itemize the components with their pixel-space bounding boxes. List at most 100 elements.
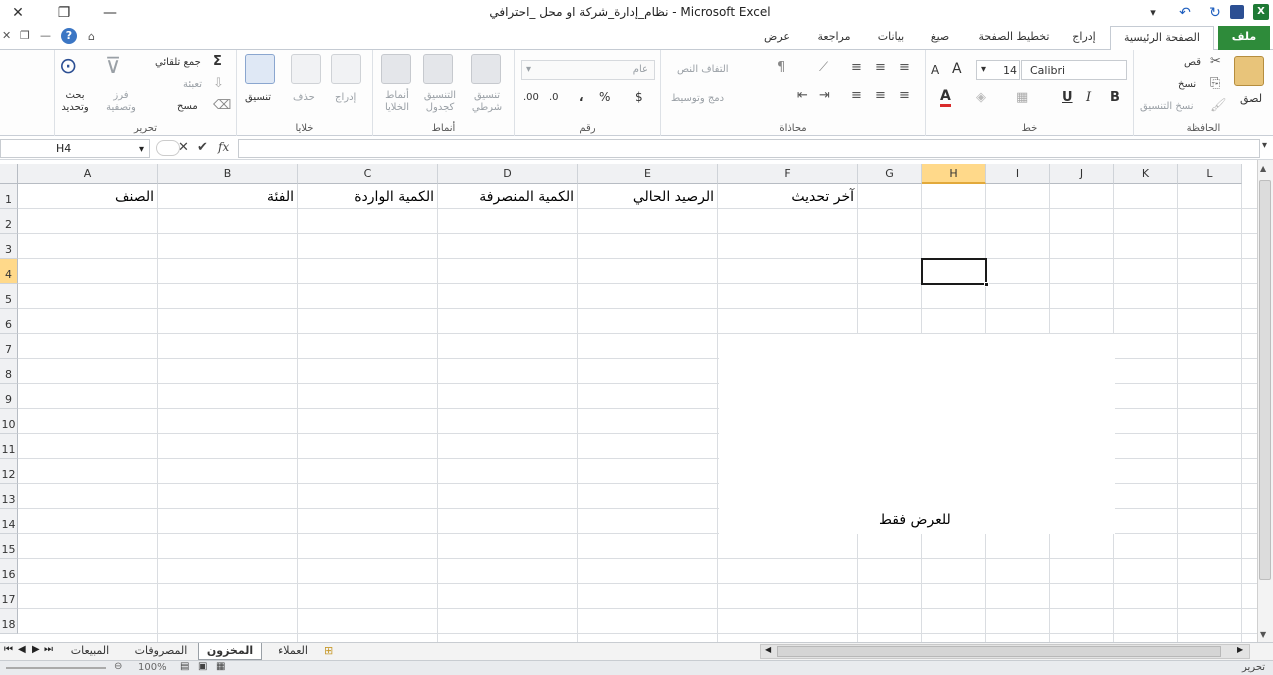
expand-formula-bar-icon[interactable]: ▾ — [1262, 140, 1267, 151]
tab-file[interactable]: ملف — [1218, 26, 1270, 50]
underline-button[interactable]: U — [1062, 90, 1073, 105]
sheet-tab-sales[interactable]: المبيعات — [60, 643, 120, 660]
increase-indent-icon[interactable]: ⇥ — [819, 88, 830, 103]
column-header-E[interactable]: E — [578, 164, 718, 184]
cell-C1[interactable]: الكمية الواردة — [298, 184, 438, 210]
tab-insert[interactable]: إدراج — [1062, 26, 1106, 50]
format-painter-button[interactable]: نسخ التنسيق — [1140, 101, 1193, 112]
column-header-K[interactable]: K — [1114, 164, 1178, 184]
fill-icon[interactable]: ⇩ — [213, 76, 224, 91]
shrink-font-icon[interactable]: A — [931, 63, 939, 77]
column-header-D[interactable]: D — [438, 164, 578, 184]
align-middle-icon[interactable]: ≡ — [875, 60, 886, 75]
restore-workbook-icon[interactable]: ❐ — [20, 29, 30, 42]
zoom-slider[interactable] — [6, 667, 106, 669]
row-header-8[interactable]: 8 — [0, 359, 18, 384]
merge-center-button[interactable]: دمج وتوسيط — [671, 93, 724, 104]
autosum-icon[interactable]: Σ — [213, 54, 222, 69]
cut-button[interactable]: قص — [1184, 57, 1201, 68]
decrease-decimal-icon[interactable]: .00 — [523, 92, 539, 103]
zoom-level[interactable]: 100% — [138, 662, 167, 673]
bold-button[interactable]: B — [1110, 90, 1120, 105]
find-select-icon[interactable]: ⊙ — [59, 54, 77, 79]
column-header-I[interactable]: I — [986, 164, 1050, 184]
row-header-12[interactable]: 12 — [0, 459, 18, 484]
insert-cells-icon[interactable] — [331, 54, 361, 84]
last-sheet-icon[interactable]: ⏭ — [44, 644, 53, 655]
tab-formulas[interactable]: صيغ — [920, 26, 960, 50]
tab-view[interactable]: عرض — [754, 26, 800, 50]
scroll-down-icon[interactable]: ▼ — [1260, 630, 1266, 639]
undo-icon[interactable]: ↶ — [1175, 3, 1195, 23]
fill-handle[interactable] — [984, 282, 989, 287]
cell-A1[interactable]: الصنف — [18, 184, 158, 210]
active-cell[interactable] — [921, 258, 989, 287]
column-header-L[interactable]: L — [1178, 164, 1242, 184]
save-icon[interactable] — [1230, 5, 1244, 19]
normal-view-icon[interactable]: ▦ — [216, 661, 225, 672]
row-header-3[interactable]: 3 — [0, 234, 18, 259]
column-header-F[interactable]: F — [718, 164, 858, 184]
enter-icon[interactable]: ✔ — [197, 140, 208, 155]
column-header-B[interactable]: B — [158, 164, 298, 184]
prev-sheet-icon[interactable]: ◀ — [18, 644, 26, 655]
redo-icon[interactable]: ↻ — [1205, 3, 1225, 23]
sort-filter-button[interactable]: فرز وتصفية — [101, 90, 141, 114]
chevron-down-icon[interactable]: ▾ — [139, 141, 144, 158]
row-header-7[interactable]: 7 — [0, 334, 18, 359]
delete-cells-icon[interactable] — [291, 54, 321, 84]
cut-icon[interactable]: ✂ — [1210, 54, 1221, 69]
cancel-icon[interactable]: ✕ — [178, 140, 189, 155]
copy-icon[interactable]: ⎘ — [1210, 76, 1220, 91]
row-header-5[interactable]: 5 — [0, 284, 18, 309]
close-icon[interactable]: ✕ — [8, 3, 28, 23]
row-header-14[interactable]: 14 — [0, 509, 18, 534]
wrap-text-button[interactable]: التفاف النص — [677, 64, 729, 75]
help-icon[interactable]: ? — [61, 28, 77, 44]
column-header-C[interactable]: C — [298, 164, 438, 184]
orientation-icon[interactable]: ⟋ — [819, 60, 828, 75]
borders-icon[interactable]: ▦ — [1016, 90, 1028, 105]
number-format-select[interactable]: عام ▾ — [521, 60, 655, 80]
decrease-indent-icon[interactable]: ⇤ — [797, 88, 808, 103]
cell-styles-button[interactable]: أنماط الخلايا — [377, 90, 417, 114]
restore-icon[interactable]: ❐ — [54, 3, 74, 23]
font-name-select[interactable]: Calibri — [1021, 60, 1127, 80]
font-size-select[interactable]: 14 ▾ — [976, 60, 1020, 80]
row-header-11[interactable]: 11 — [0, 434, 18, 459]
row-header-13[interactable]: 13 — [0, 484, 18, 509]
tab-home[interactable]: الصفحة الرئيسية — [1110, 26, 1214, 51]
select-all-corner[interactable] — [0, 164, 18, 184]
align-left-icon[interactable]: ≡ — [851, 88, 862, 103]
currency-button[interactable]: $ — [635, 90, 643, 104]
tab-page-layout[interactable]: تخطيط الصفحة — [970, 26, 1058, 50]
row-header-9[interactable]: 9 — [0, 384, 18, 409]
column-header-H[interactable]: H — [922, 164, 986, 184]
page-layout-view-icon[interactable]: ▣ — [198, 661, 207, 672]
conditional-format-icon[interactable] — [471, 54, 501, 84]
italic-button[interactable]: I — [1086, 90, 1091, 105]
first-sheet-icon[interactable]: ⏮ — [4, 644, 13, 655]
clear-button[interactable]: مسح — [177, 101, 198, 112]
scroll-up-icon[interactable]: ▲ — [1260, 164, 1266, 173]
next-sheet-icon[interactable]: ▶ — [32, 644, 40, 655]
scroll-left-icon[interactable]: ◀ — [765, 645, 771, 654]
insert-sheet-icon[interactable]: ⊞ — [324, 644, 333, 657]
insert-cells-button[interactable]: إدراج — [335, 92, 356, 103]
autosum-button[interactable]: جمع تلقائي — [155, 57, 201, 68]
page-break-view-icon[interactable]: ▤ — [180, 661, 189, 672]
column-header-J[interactable]: J — [1050, 164, 1114, 184]
format-cells-icon[interactable] — [245, 54, 275, 84]
sheet-tab-customers[interactable]: العملاء — [266, 643, 320, 660]
format-as-table-icon[interactable] — [423, 54, 453, 84]
row-header-15[interactable]: 15 — [0, 534, 18, 559]
align-bottom-icon[interactable]: ≡ — [851, 60, 862, 75]
fill-color-icon[interactable]: ◈ — [976, 90, 986, 105]
column-header-A[interactable]: A — [18, 164, 158, 184]
formula-bar-resize-handle[interactable] — [156, 140, 180, 156]
row-header-18[interactable]: 18 — [0, 609, 18, 634]
collapse-ribbon-icon[interactable]: ⌂ — [88, 30, 95, 43]
format-cells-button[interactable]: تنسيق — [245, 92, 271, 103]
cell-D1[interactable]: الكمية المنصرفة — [438, 184, 578, 210]
scroll-right-icon[interactable]: ▶ — [1237, 645, 1243, 654]
